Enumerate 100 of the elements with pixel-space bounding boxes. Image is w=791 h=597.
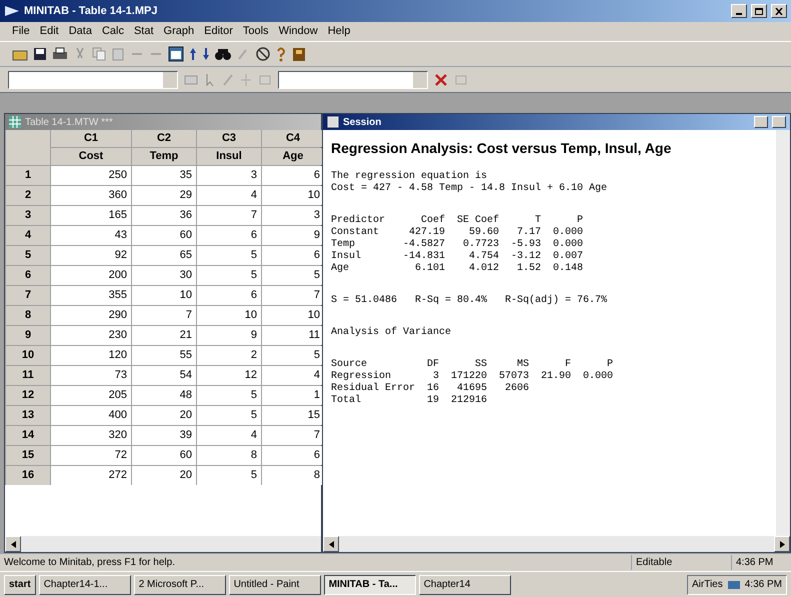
row-number[interactable]: 1 [6,166,50,185]
table-cell: 9 [262,226,324,245]
status-time: 4:36 PM [731,555,791,570]
right-arrow-icon[interactable] [780,540,784,548]
graph-dropdown[interactable] [278,70,428,88]
column-id[interactable]: C1 [51,130,131,147]
row-number[interactable]: 15 [6,446,50,465]
row-number[interactable]: 13 [6,406,50,425]
help-icon[interactable] [276,46,286,62]
save-icon[interactable] [33,47,47,61]
table-cell: 92 [51,246,131,265]
row-number[interactable]: 12 [6,386,50,405]
session-output-line: Insul -14.831 4.754 -3.12 0.007 [331,251,584,263]
taskbar-button[interactable]: Chapter14 [418,574,511,594]
taskbar-button[interactable]: MINITAB - Ta... [324,574,416,594]
table-cell: 6 [262,166,324,185]
horizontal-scrollbar[interactable] [323,536,790,552]
table-cell: 6 [262,246,324,265]
menu-item[interactable]: Edit [40,23,59,40]
column-name[interactable]: Cost [51,148,131,165]
table-cell: 5 [197,386,261,405]
column-name[interactable]: Age [262,148,324,165]
table-cell: 9 [197,326,261,345]
book-icon[interactable] [291,46,307,62]
start-button[interactable]: start [4,574,36,594]
session-output-line: Residual Error 16 41695 2606 [331,383,530,394]
table-cell: 3 [197,166,261,185]
menu-item[interactable]: Stat [134,23,154,40]
taskbar-button[interactable]: 2 Microsoft P... [134,574,226,594]
close-button[interactable] [771,4,787,18]
row-number[interactable]: 10 [6,346,50,365]
table-cell: 60 [132,446,196,465]
table-cell: 12 [197,366,261,385]
column-name[interactable]: Temp [132,148,196,165]
worksheet-title: Table 14-1.MTW *** [25,116,113,130]
table-cell: 43 [51,226,131,245]
taskbar-button[interactable]: Untitled - Paint [228,574,321,594]
cancel-icon[interactable] [255,46,271,62]
corner-cell[interactable] [6,130,50,165]
close-icon[interactable] [434,72,448,86]
row-number[interactable]: 3 [6,206,50,225]
session-output-line: Analysis of Variance [331,327,452,339]
session-output-line: Constant 427.19 59.60 7.17 0.000 [331,227,584,239]
table-cell: 205 [51,386,131,405]
row-number[interactable]: 9 [6,326,50,345]
column-name[interactable]: Insul [197,148,261,165]
table-cell: 21 [132,326,196,345]
row-number[interactable]: 16 [6,466,50,485]
table-cell: 7 [262,426,324,445]
taskbar-button[interactable]: Chapter14-1... [38,574,131,594]
menu-item[interactable]: Calc [102,23,124,40]
menu-item[interactable]: Editor [204,23,233,40]
table-cell: 5 [262,346,324,365]
command-dropdown[interactable] [8,70,178,88]
minimize-button[interactable] [731,4,747,18]
row-number[interactable]: 14 [6,426,50,445]
maximize-button[interactable] [772,116,786,128]
row-number[interactable]: 5 [6,246,50,265]
row-number[interactable]: 8 [6,306,50,325]
session-output-line: Cost = 427 - 4.58 Temp - 14.8 Insul + 6.10 Age [331,183,608,195]
table-cell: 7 [262,286,324,305]
menu-item[interactable]: Tools [242,23,269,40]
menu-item[interactable]: Data [68,23,92,40]
down-arrow-icon[interactable] [202,47,210,61]
table-cell: 8 [262,466,324,485]
vertical-scrollbar[interactable] [776,130,790,536]
left-arrow-icon[interactable] [10,540,16,548]
row-number[interactable]: 11 [6,366,50,385]
maximize-button[interactable] [751,4,767,18]
left-arrow-icon[interactable] [328,540,334,548]
menu-item[interactable]: Graph [164,23,194,40]
column-id[interactable]: C4 [262,130,324,147]
table-cell: 200 [51,266,131,285]
up-arrow-icon[interactable] [189,47,197,61]
table-cell: 8 [197,446,261,465]
minimize-button[interactable] [754,116,768,128]
menu-item[interactable]: Help [328,23,350,40]
table-cell: 165 [51,206,131,225]
menu-item[interactable]: File [12,23,30,40]
print-icon[interactable] [52,47,68,61]
row-number[interactable]: 2 [6,186,50,205]
row-number[interactable]: 4 [6,226,50,245]
binoculars-icon[interactable] [215,47,231,61]
close-icon [775,8,783,14]
table-cell: 20 [132,466,196,485]
row-number[interactable]: 6 [6,266,50,285]
column-id[interactable]: C3 [197,130,261,147]
table-cell: 320 [51,426,131,445]
table-cell: 35 [132,166,196,185]
table-cell: 230 [51,326,131,345]
table-cell: 10 [197,306,261,325]
horizontal-scrollbar[interactable] [5,536,321,552]
table-cell: 48 [132,386,196,405]
menu-item[interactable]: Window [278,23,318,40]
table-cell: 65 [132,246,196,265]
table-cell: 6 [197,286,261,305]
window-icon[interactable] [168,46,184,62]
column-id[interactable]: C2 [132,130,196,147]
row-number[interactable]: 7 [6,286,50,305]
status-message: Welcome to Minitab, press F1 for help. [3,556,176,570]
